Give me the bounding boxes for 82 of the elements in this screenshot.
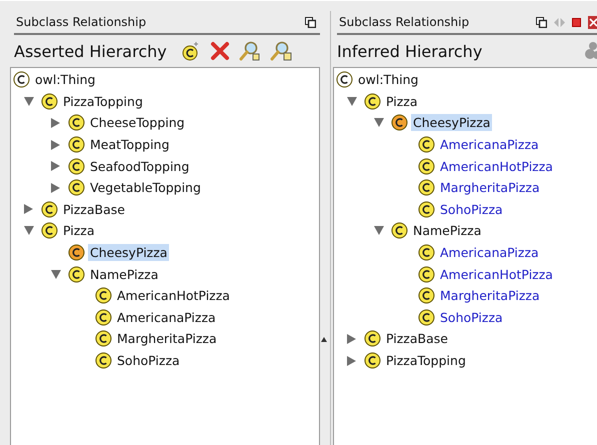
tree-item[interactable]: Pizza xyxy=(61,222,97,240)
square-icon[interactable] xyxy=(572,18,581,26)
class-icon xyxy=(41,92,58,110)
class-icon xyxy=(68,114,85,132)
class-icon xyxy=(68,244,85,262)
class-icon xyxy=(95,352,112,370)
expanded-arrow-icon[interactable] xyxy=(24,226,34,236)
tree-item[interactable]: MargheritaPizza xyxy=(115,330,219,348)
delete-icon[interactable] xyxy=(210,41,230,61)
tree-item[interactable]: SohoPizza xyxy=(438,308,505,326)
class-icon xyxy=(336,71,353,88)
panel-title: Asserted Hierarchy xyxy=(14,42,167,60)
tree-item[interactable]: NamePizza xyxy=(411,222,484,240)
class-icon xyxy=(418,158,435,175)
class-icon xyxy=(418,308,435,326)
magnifier-icon[interactable] xyxy=(270,41,292,61)
splitter-arrow-icon[interactable] xyxy=(321,337,327,342)
expanded-arrow-icon[interactable] xyxy=(374,118,384,128)
tree-item[interactable]: CheesyPizza xyxy=(88,244,170,262)
tree-item[interactable]: PizzaTopping xyxy=(61,92,145,110)
expanded-arrow-icon[interactable] xyxy=(347,96,357,106)
tree-item[interactable]: PizzaTopping xyxy=(384,352,468,370)
expanded-arrow-icon[interactable] xyxy=(374,226,384,236)
tree-item[interactable]: AmericanHotPizza xyxy=(438,158,555,175)
class-icon xyxy=(418,244,435,262)
tree-item[interactable]: NamePizza xyxy=(88,266,160,283)
panel-header: Subclass Relationship xyxy=(16,15,146,29)
tree-item[interactable]: VegetableTopping xyxy=(88,179,203,196)
class-icon xyxy=(364,92,381,110)
collapsed-arrow-icon[interactable] xyxy=(51,140,60,150)
tree-item[interactable]: Pizza xyxy=(384,92,420,110)
class-icon xyxy=(418,266,435,283)
class-icon xyxy=(364,352,381,370)
tree-item[interactable]: owl:Thing xyxy=(356,71,420,88)
panel-header: Subclass Relationship xyxy=(339,15,470,29)
restore-icon[interactable] xyxy=(305,16,316,28)
class-icon xyxy=(418,136,435,154)
class-icon xyxy=(13,71,30,88)
tree-item[interactable]: PizzaBase xyxy=(384,330,450,348)
tree-item[interactable]: AmericanaPizza xyxy=(115,308,218,326)
tree-item[interactable]: AmericanaPizza xyxy=(438,244,541,262)
tree-item[interactable]: SohoPizza xyxy=(115,352,182,370)
class-icon xyxy=(95,308,112,326)
panel-title: Inferred Hierarchy xyxy=(337,42,482,60)
class-icon xyxy=(95,287,112,304)
class-icon xyxy=(418,287,435,304)
collapsed-arrow-icon[interactable] xyxy=(347,334,356,344)
tree-item[interactable]: SohoPizza xyxy=(438,200,505,218)
tree-item[interactable]: MeatTopping xyxy=(88,136,172,154)
class-icon xyxy=(418,179,435,196)
restore-icon[interactable] xyxy=(536,16,547,28)
close-icon[interactable] xyxy=(588,16,597,28)
tree-item[interactable]: owl:Thing xyxy=(33,71,98,88)
class-icon xyxy=(364,330,381,348)
tree-item[interactable]: CheeseTopping xyxy=(88,114,187,132)
collapsed-arrow-icon[interactable] xyxy=(51,182,60,193)
expanded-arrow-icon[interactable] xyxy=(51,270,61,279)
magnifier-icon[interactable] xyxy=(238,41,261,61)
tree-item[interactable]: AmericanHotPizza xyxy=(115,287,232,304)
tree-item[interactable]: SeafoodTopping xyxy=(88,158,192,175)
tree-item[interactable]: MargheritaPizza xyxy=(438,287,542,304)
class-icon xyxy=(95,330,112,348)
collapsed-arrow-icon[interactable] xyxy=(51,118,60,128)
class-icon xyxy=(391,114,408,132)
collapsed-arrow-icon[interactable] xyxy=(24,204,33,214)
class-icon xyxy=(391,222,408,240)
tree-item[interactable]: MargheritaPizza xyxy=(438,179,542,196)
class-icon xyxy=(68,158,85,175)
class-icon xyxy=(68,179,85,196)
class-icon xyxy=(68,136,85,154)
add-class-icon[interactable] xyxy=(180,41,201,61)
collapsed-arrow-icon[interactable] xyxy=(51,161,60,172)
class-icon xyxy=(418,200,435,218)
tree-item[interactable]: PizzaBase xyxy=(61,200,127,218)
class-icon xyxy=(41,200,58,218)
tree-item[interactable]: CheesyPizza xyxy=(411,114,492,132)
class-icon xyxy=(68,266,85,283)
class-icon xyxy=(41,222,58,240)
tree-item[interactable]: AmericanHotPizza xyxy=(438,266,555,283)
tree-item[interactable]: AmericanaPizza xyxy=(438,136,541,154)
collapsed-arrow-icon[interactable] xyxy=(347,356,356,366)
expanded-arrow-icon[interactable] xyxy=(24,96,34,106)
